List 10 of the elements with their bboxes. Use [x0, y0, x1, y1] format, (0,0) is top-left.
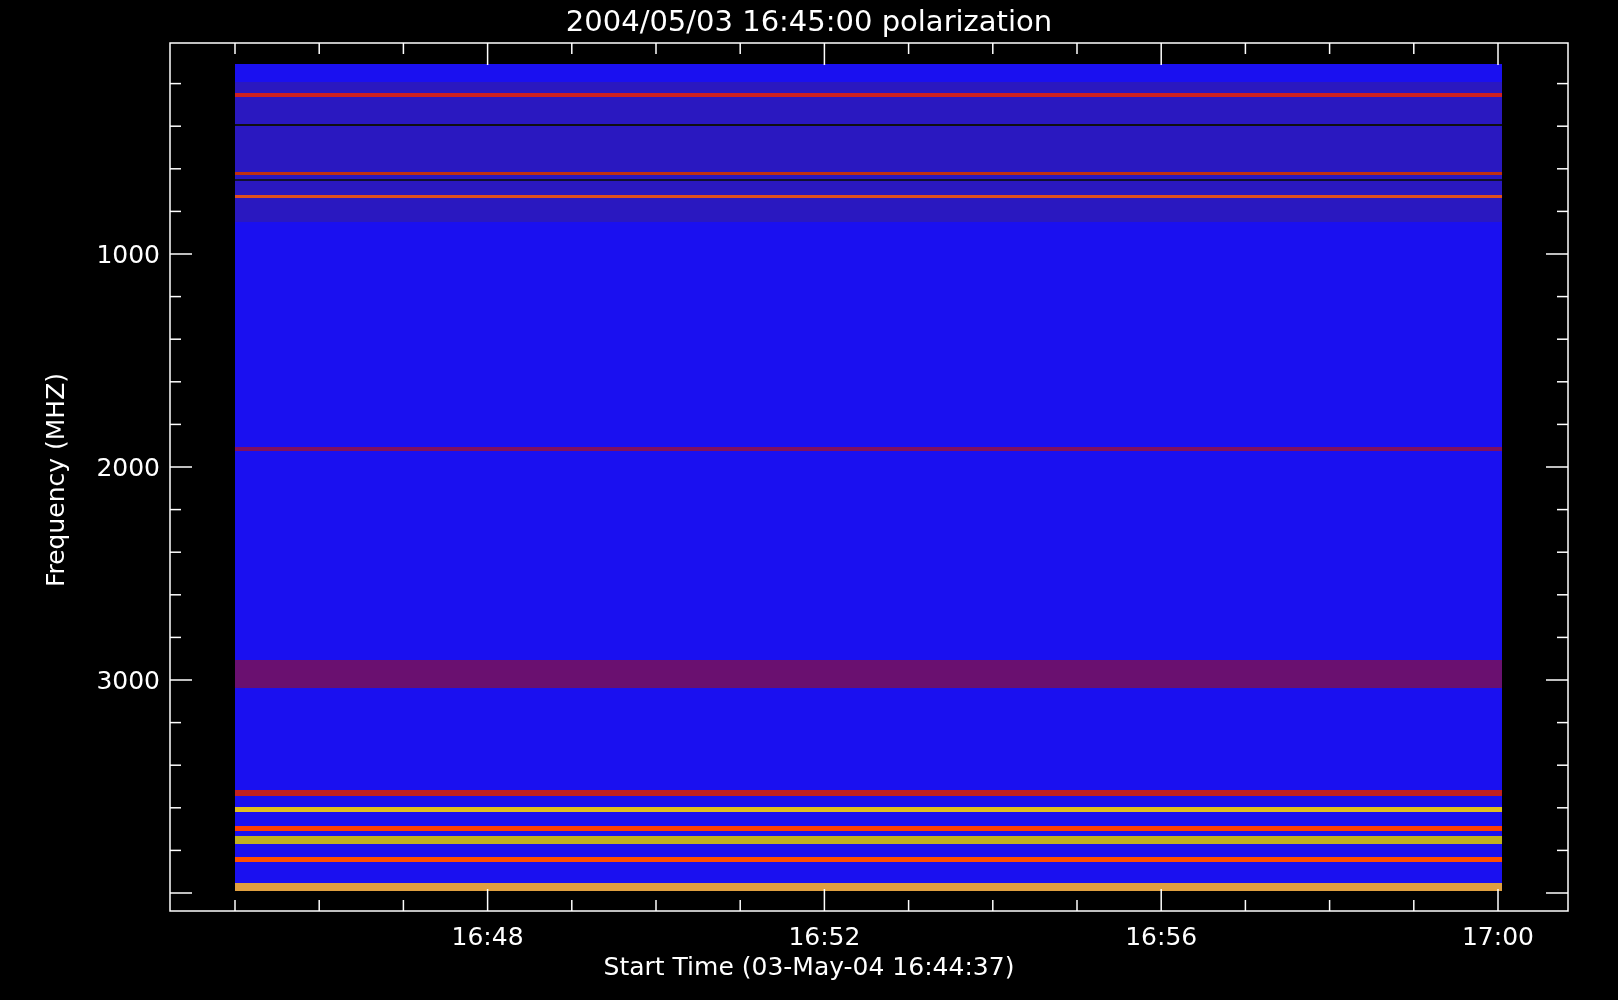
x-tick-label: 16:48 — [451, 922, 524, 951]
y-tick-label: 2000 — [96, 453, 160, 482]
x-axis-label: Start Time (03-May-04 16:44:37) — [603, 952, 1015, 981]
x-tick-label: 16:56 — [1125, 922, 1198, 951]
y-tick-label: 1000 — [96, 240, 160, 269]
x-tick-label: 17:00 — [1462, 922, 1534, 951]
y-axis-label: Frequency (MHZ) — [41, 372, 70, 588]
y-tick-label: 3000 — [96, 666, 160, 695]
x-tick-label: 16:52 — [788, 922, 861, 951]
plot-title: 2004/05/03 16:45:00 polarization — [565, 4, 1053, 38]
